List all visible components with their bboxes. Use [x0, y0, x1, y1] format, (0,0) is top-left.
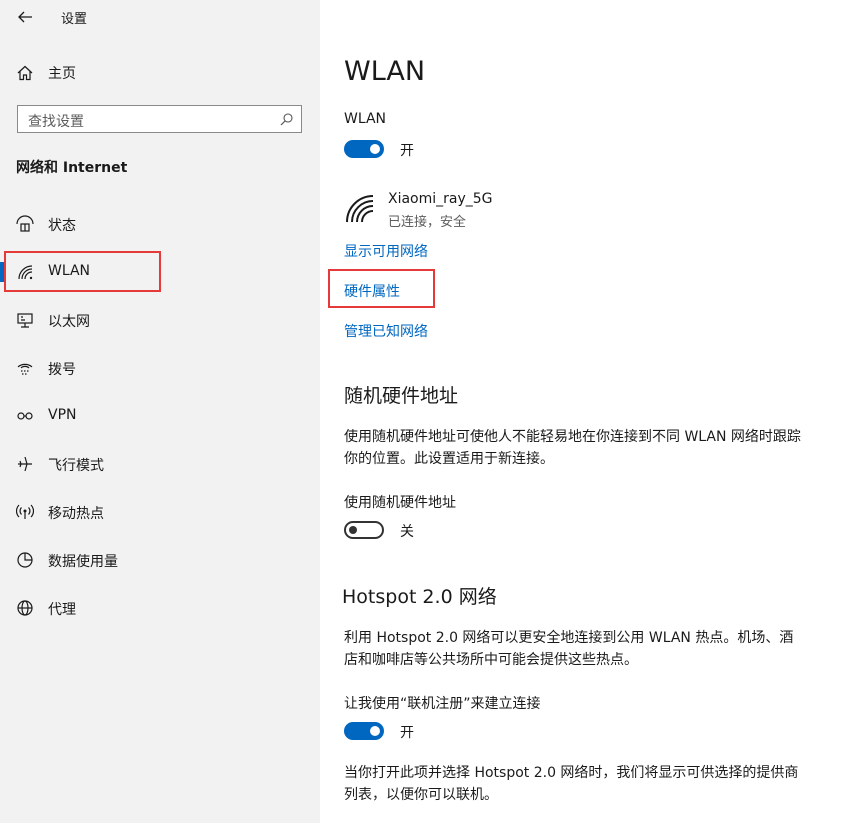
sidebar-item-label: 飞行模式	[48, 458, 104, 474]
back-arrow-icon	[18, 11, 32, 23]
show-available-networks-link[interactable]: 显示可用网络	[344, 241, 428, 261]
search-icon[interactable]	[279, 112, 294, 127]
network-status: 已连接，安全	[388, 215, 467, 230]
sidebar-item-dialup[interactable]: 拨号	[0, 350, 320, 386]
sidebar-item-vpn[interactable]: VPN	[0, 398, 320, 434]
home-icon	[17, 65, 33, 81]
sidebar-item-label: 代理	[48, 602, 76, 618]
wlan-toggle-label: WLAN	[344, 111, 387, 127]
hotspot2-footer: 当你打开此项并选择 Hotspot 2.0 网络时，我们将显示可供选择的提供商列…	[344, 765, 799, 803]
sidebar-item-label: 状态	[48, 218, 76, 234]
hotspot2-toggle[interactable]	[344, 722, 384, 740]
sidebar-item-label: 数据使用量	[48, 554, 118, 570]
random-mac-toggle-label: 使用随机硬件地址	[344, 495, 456, 511]
sidebar-item-label: 移动热点	[48, 506, 104, 522]
search-input[interactable]: 查找设置	[17, 105, 302, 133]
toggle-knob	[349, 526, 357, 534]
wlan-highlight-box	[4, 251, 161, 292]
main-content: WLAN WLAN 开 Xiaomi_ray_5G 已连接，安全 显示可用网络 …	[320, 0, 846, 823]
wlan-toggle-state: 开	[400, 143, 414, 159]
toggle-knob	[370, 726, 380, 736]
home-label: 主页	[48, 66, 76, 82]
sidebar: 设置 主页 查找设置 网络和 Internet 状态 WLAN 以太网 拨号 V…	[0, 0, 320, 823]
sidebar-item-status[interactable]: 状态	[0, 206, 320, 242]
hotspot-icon	[16, 504, 34, 519]
data-usage-icon	[17, 552, 33, 568]
hotspot2-heading: Hotspot 2.0 网络	[342, 586, 497, 608]
wlan-toggle[interactable]	[344, 140, 384, 158]
title-bar: 设置	[0, 0, 320, 34]
airplane-icon	[18, 456, 32, 472]
sidebar-item-label: 拨号	[48, 362, 76, 378]
sidebar-item-airplane[interactable]: 飞行模式	[0, 446, 320, 482]
sidebar-item-ethernet[interactable]: 以太网	[0, 302, 320, 338]
wifi-network-icon[interactable]	[344, 193, 376, 225]
search-placeholder: 查找设置	[28, 114, 84, 130]
back-button[interactable]	[14, 6, 36, 28]
random-mac-heading: 随机硬件地址	[344, 385, 459, 407]
home-nav-item[interactable]: 主页	[12, 60, 308, 86]
random-mac-toggle-state: 关	[400, 524, 414, 540]
section-title: 网络和 Internet	[16, 160, 128, 176]
sidebar-item-data-usage[interactable]: 数据使用量	[0, 542, 320, 578]
page-title: WLAN	[344, 56, 426, 87]
network-name[interactable]: Xiaomi_ray_5G	[388, 191, 493, 207]
sidebar-item-proxy[interactable]: 代理	[0, 590, 320, 626]
random-mac-toggle[interactable]	[344, 521, 384, 539]
app-title: 设置	[61, 12, 88, 27]
hardware-highlight-box	[328, 269, 435, 308]
hotspot2-toggle-state: 开	[400, 725, 414, 741]
sidebar-item-hotspot[interactable]: 移动热点	[0, 494, 320, 530]
random-mac-description: 使用随机硬件地址可使他人不能轻易地在你连接到不同 WLAN 网络时跟踪你的位置。…	[344, 429, 801, 467]
vpn-icon	[17, 412, 33, 420]
sidebar-item-label: VPN	[48, 407, 77, 423]
status-icon	[16, 215, 34, 232]
ethernet-icon	[17, 313, 33, 328]
globe-icon	[17, 600, 33, 616]
sidebar-item-label: 以太网	[48, 314, 90, 330]
hotspot2-toggle-label: 让我使用“联机注册”来建立连接	[344, 696, 541, 712]
toggle-knob	[370, 144, 380, 154]
dialup-icon	[17, 363, 33, 375]
manage-known-networks-link[interactable]: 管理已知网络	[344, 321, 428, 341]
hotspot2-description: 利用 Hotspot 2.0 网络可以更安全地连接到公用 WLAN 热点。机场、…	[344, 630, 794, 668]
